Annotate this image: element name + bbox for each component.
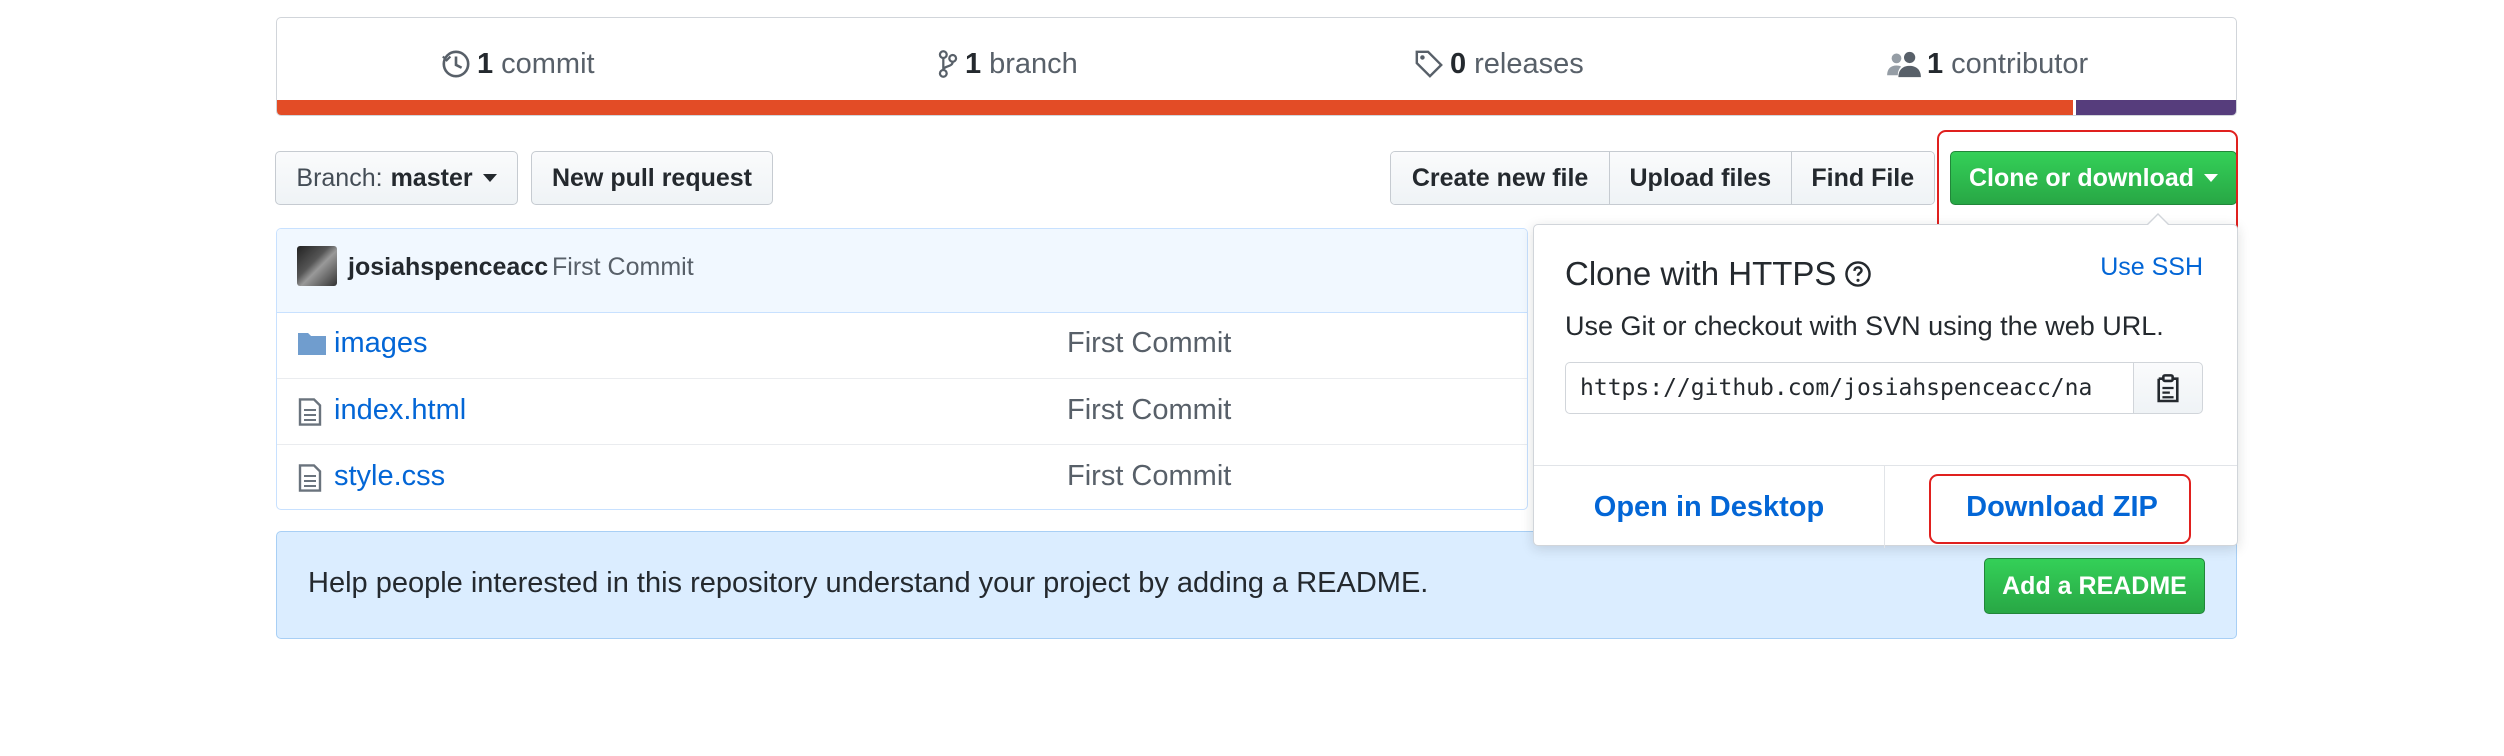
table-row: images First Commit bbox=[277, 312, 1527, 378]
releases-count: 0 bbox=[1450, 47, 1467, 80]
repo-summary-bar: 1 commit 1 branch 0 releases 1 contribut… bbox=[276, 17, 2237, 116]
branch-prefix: Branch: bbox=[296, 163, 383, 192]
releases-stat[interactable]: 0 releases bbox=[1414, 42, 1584, 86]
branch-name: master bbox=[390, 163, 473, 192]
chevron-down-icon bbox=[482, 174, 497, 182]
file-name[interactable]: images bbox=[334, 327, 428, 360]
releases-label: releases bbox=[1474, 47, 1584, 80]
create-new-file-button[interactable]: Create new file bbox=[1391, 152, 1610, 204]
file-name[interactable]: index.html bbox=[334, 394, 466, 427]
commit-author[interactable]: josiahspenceacc bbox=[348, 253, 548, 282]
clone-url-input[interactable]: https://github.com/josiahspenceacc/na bbox=[1565, 362, 2133, 414]
download-zip-highlight bbox=[1929, 474, 2191, 544]
open-in-desktop-button[interactable]: Open in Desktop bbox=[1534, 466, 1884, 548]
table-row: index.html First Commit bbox=[277, 378, 1527, 445]
file-actions-group: Create new file Upload files Find File bbox=[1390, 151, 1935, 205]
readme-prompt-text: Help people interested in this repositor… bbox=[308, 567, 1429, 599]
language-bar[interactable] bbox=[277, 100, 2236, 115]
table-row: style.css First Commit bbox=[277, 444, 1527, 509]
use-ssh-link[interactable]: Use SSH bbox=[2100, 253, 2203, 282]
popover-arrow-inner bbox=[2147, 215, 2169, 226]
clone-title-text: Clone with HTTPS bbox=[1565, 255, 1837, 292]
branches-stat[interactable]: 1 branch bbox=[937, 42, 1078, 86]
branch-icon bbox=[938, 50, 958, 78]
file-table: josiahspenceacc First Commit images Firs… bbox=[276, 228, 1528, 510]
clone-popover-title: Clone with HTTPS bbox=[1565, 255, 1872, 293]
clone-description: Use Git or checkout with SVN using the w… bbox=[1565, 311, 2164, 341]
commits-label: commit bbox=[501, 47, 595, 80]
branches-count: 1 bbox=[965, 47, 982, 80]
file-commit-message[interactable]: First Commit bbox=[1067, 394, 1231, 427]
question-icon[interactable] bbox=[1844, 260, 1872, 288]
file-commit-message[interactable]: First Commit bbox=[1067, 327, 1231, 360]
add-readme-button[interactable]: Add a README bbox=[1984, 558, 2205, 614]
new-pull-request-button[interactable]: New pull request bbox=[531, 151, 773, 205]
upload-files-button[interactable]: Upload files bbox=[1609, 152, 1791, 204]
people-icon bbox=[1887, 51, 1921, 78]
file-icon bbox=[298, 464, 322, 492]
commits-count: 1 bbox=[477, 47, 494, 80]
folder-icon bbox=[298, 333, 326, 355]
history-icon bbox=[442, 50, 470, 78]
contributors-label: contributor bbox=[1951, 47, 2089, 80]
avatar[interactable] bbox=[297, 246, 337, 286]
copy-to-clipboard-button[interactable] bbox=[2133, 362, 2203, 414]
commit-message[interactable]: First Commit bbox=[552, 253, 694, 282]
latest-commit-row: josiahspenceacc First Commit bbox=[277, 229, 1527, 313]
language-bar-segment-2 bbox=[2075, 100, 2236, 115]
file-name[interactable]: style.css bbox=[334, 460, 445, 493]
branch-select-button[interactable]: Branch: master bbox=[275, 151, 518, 205]
branches-label: branch bbox=[989, 47, 1078, 80]
commits-stat[interactable]: 1 commit bbox=[441, 42, 595, 86]
clone-button-highlight bbox=[1937, 130, 2238, 235]
tag-icon bbox=[1415, 50, 1443, 78]
clipboard-icon bbox=[2157, 374, 2179, 403]
language-bar-segment-1 bbox=[277, 100, 2076, 115]
file-commit-message[interactable]: First Commit bbox=[1067, 460, 1231, 493]
contributors-stat[interactable]: 1 contributor bbox=[1887, 42, 2088, 86]
find-file-button[interactable]: Find File bbox=[1790, 152, 1934, 204]
contributors-count: 1 bbox=[1927, 47, 1944, 80]
file-icon bbox=[298, 398, 322, 426]
